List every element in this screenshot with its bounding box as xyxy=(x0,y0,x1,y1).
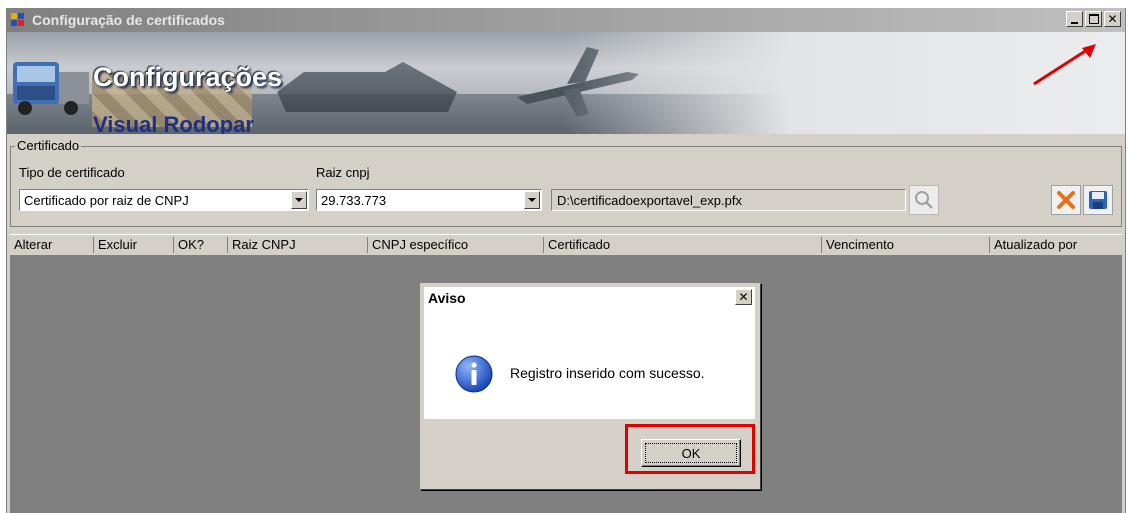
chevron-down-icon[interactable] xyxy=(524,191,540,209)
delete-x-icon xyxy=(1057,191,1075,209)
dialog-message: Registro inserido com sucesso. xyxy=(510,365,705,381)
banner-subheading: Visual Rodopar xyxy=(93,112,254,134)
alert-dialog: Aviso ✕ Registro inserido com sucesso. O… xyxy=(420,283,761,490)
dialog-title: Aviso xyxy=(428,289,466,306)
certificate-path-field[interactable]: D:\certificadoexportavel_exp.pfx xyxy=(551,189,906,211)
chevron-down-icon[interactable] xyxy=(291,191,307,209)
column-header[interactable]: CNPJ específico xyxy=(368,237,544,253)
ship-image xyxy=(277,62,457,112)
maximize-icon xyxy=(1088,14,1099,24)
maximize-button[interactable] xyxy=(1085,11,1102,27)
dialog-title-bar[interactable]: Aviso ✕ xyxy=(424,287,755,308)
column-header[interactable]: Excluir xyxy=(94,237,174,253)
grid-header: Alterar Excluir OK? Raiz CNPJ CNPJ espec… xyxy=(10,234,1122,256)
column-header[interactable]: Alterar xyxy=(10,237,94,253)
column-header[interactable]: Raiz CNPJ xyxy=(228,237,368,253)
minimize-icon xyxy=(1071,21,1078,24)
raiz-combobox[interactable]: 29.733.773 xyxy=(316,189,542,211)
raiz-value: 29.733.773 xyxy=(321,193,387,208)
tipo-value: Certificado por raiz de CNPJ xyxy=(24,193,189,208)
close-icon: ✕ xyxy=(1107,12,1118,26)
close-button[interactable]: ✕ xyxy=(1104,11,1121,27)
dialog-body: Registro inserido com sucesso. xyxy=(424,308,755,419)
ok-highlight-box: OK xyxy=(625,424,755,474)
browse-button[interactable] xyxy=(909,185,939,215)
info-icon xyxy=(455,355,493,393)
column-header[interactable]: Certificado xyxy=(544,237,822,253)
minimize-button[interactable] xyxy=(1066,11,1083,27)
certificate-path-value: D:\certificadoexportavel_exp.pfx xyxy=(557,193,742,208)
banner-heading: Configurações xyxy=(93,62,283,92)
column-header[interactable]: OK? xyxy=(174,237,228,253)
tipo-label: Tipo de certificado xyxy=(19,165,125,180)
banner: Configurações Visual Rodopar xyxy=(7,32,1125,134)
window-title: Configuração de certificados xyxy=(32,12,225,28)
title-bar[interactable]: Configuração de certificados ✕ xyxy=(7,8,1125,32)
column-header[interactable]: Vencimento xyxy=(822,237,990,253)
truck-image xyxy=(13,62,89,115)
ok-button[interactable]: OK xyxy=(641,439,741,467)
tipo-combobox[interactable]: Certificado por raiz de CNPJ xyxy=(19,189,309,211)
raiz-label: Raiz cnpj xyxy=(316,165,370,180)
app-icon xyxy=(11,12,26,28)
close-icon: ✕ xyxy=(738,290,749,304)
dialog-close-button[interactable]: ✕ xyxy=(735,289,752,305)
column-header[interactable]: Atualizado por xyxy=(990,237,1122,253)
cancel-button[interactable] xyxy=(1051,185,1081,215)
group-label: Certificado xyxy=(15,138,82,153)
floppy-save-icon xyxy=(1089,191,1107,209)
save-button[interactable] xyxy=(1083,185,1113,215)
certificado-group: Certificado Tipo de certificado Certific… xyxy=(10,138,1122,227)
search-icon xyxy=(915,191,933,209)
annotation-arrow xyxy=(1033,44,1096,86)
